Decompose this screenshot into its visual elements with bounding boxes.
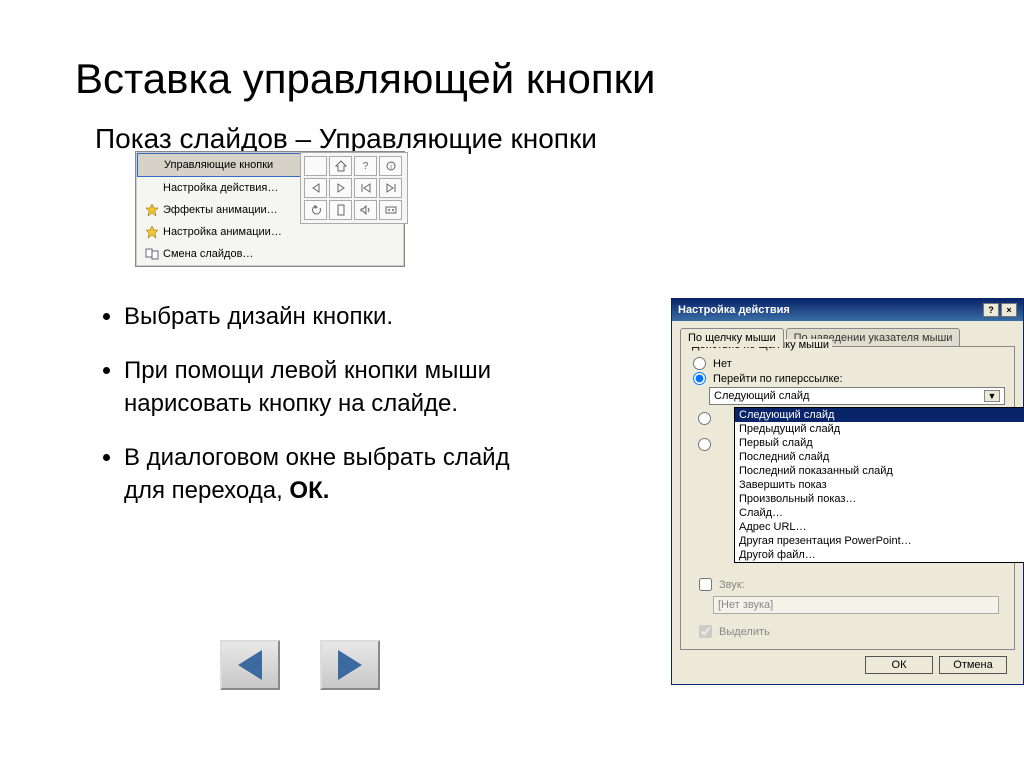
action-button-movie[interactable] (379, 200, 402, 220)
bullet-item: Выбрать дизайн кнопки. (124, 300, 540, 334)
slide-subtitle: Показ слайдов – Управляющие кнопки (0, 103, 1024, 155)
action-button-return[interactable] (304, 200, 327, 220)
action-button-forward[interactable] (329, 178, 352, 198)
close-button[interactable]: × (1001, 303, 1017, 317)
action-buttons-grid: ? i (300, 152, 408, 224)
dropdown-item[interactable]: Адрес URL… (735, 520, 1024, 534)
dropdown-item[interactable]: Следующий слайд (735, 408, 1024, 422)
action-button-document[interactable] (329, 200, 352, 220)
star-icon (141, 202, 163, 218)
menu-item-slide-transition[interactable]: Смена слайдов… (137, 243, 403, 265)
dialog-title: Настройка действия (678, 304, 790, 316)
action-button-back[interactable] (304, 178, 327, 198)
hyperlink-combo[interactable]: Следующий слайд ▼ (709, 387, 1005, 405)
action-settings-dialog: Настройка действия ? × По щелчку мыши По… (671, 298, 1024, 685)
action-button-sound[interactable] (354, 200, 377, 220)
radio-label: Перейти по гиперссылке: (713, 373, 843, 385)
action-button-info[interactable]: i (379, 156, 402, 176)
bullet-item: В диалоговом окне выбрать слайд для пере… (124, 441, 540, 508)
radio-none[interactable]: Нет (693, 357, 1006, 370)
dialog-tabs: По щелчку мыши По наведении указателя мы… (680, 327, 1015, 346)
radio-input[interactable] (698, 412, 711, 425)
dropdown-item[interactable]: Слайд… (735, 506, 1024, 520)
transition-icon (141, 246, 163, 262)
triangle-left-icon (238, 650, 262, 680)
dropdown-item[interactable]: Другая презентация PowerPoint… (735, 534, 1024, 548)
dropdown-item[interactable]: Другой файл… (735, 548, 1024, 562)
radio-input[interactable] (693, 372, 706, 385)
tab-on-click[interactable]: По щелчку мыши (680, 328, 784, 347)
combo-value: Следующий слайд (714, 390, 809, 402)
action-button-help[interactable]: ? (354, 156, 377, 176)
radio-hyperlink[interactable]: Перейти по гиперссылке: (693, 372, 1006, 385)
dropdown-item[interactable]: Последний показанный слайд (735, 464, 1024, 478)
cancel-button[interactable]: Отмена (939, 656, 1007, 674)
dropdown-item[interactable]: Произвольный показ… (735, 492, 1024, 506)
radio-input[interactable] (698, 438, 711, 451)
dropdown-item[interactable]: Завершить показ (735, 478, 1024, 492)
next-slide-button[interactable] (320, 640, 380, 690)
nav-buttons (220, 640, 380, 690)
menu-item-animation-setup[interactable]: Настройка анимации… (137, 221, 403, 243)
ok-button[interactable]: ОК (865, 656, 933, 674)
help-button[interactable]: ? (983, 303, 999, 317)
action-button-blank[interactable] (304, 156, 327, 176)
dropdown-item[interactable]: Последний слайд (735, 450, 1024, 464)
star-icon (141, 224, 163, 240)
sound-checkbox-row[interactable]: Звук: (695, 575, 1006, 594)
prev-slide-button[interactable] (220, 640, 280, 690)
dialog-buttons: ОК Отмена (680, 650, 1015, 676)
dialog-titlebar[interactable]: Настройка действия ? × (672, 299, 1023, 321)
sound-combo: [Нет звука] (713, 596, 999, 614)
dropdown-item[interactable]: Первый слайд (735, 436, 1024, 450)
slide-title: Вставка управляющей кнопки (0, 0, 1024, 103)
menu-item-label: Настройка анимации… (163, 226, 399, 238)
hyperlink-dropdown-list[interactable]: Следующий слайд Предыдущий слайд Первый … (734, 407, 1024, 563)
menu-icon (142, 157, 164, 173)
highlight-checkbox-row[interactable]: Выделить (695, 622, 1006, 641)
action-button-home[interactable] (329, 156, 352, 176)
checkbox-label: Звук: (719, 579, 745, 591)
radio-label: Нет (713, 358, 732, 370)
dropdown-arrow-icon[interactable]: ▼ (984, 390, 1000, 402)
triangle-right-icon (338, 650, 362, 680)
menu-icon (141, 180, 163, 196)
checkbox-input[interactable] (699, 625, 712, 638)
dropdown-item[interactable]: Предыдущий слайд (735, 422, 1024, 436)
bullet-item: При помощи левой кнопки мыши нарисовать … (124, 354, 540, 421)
menu-item-label: Смена слайдов… (163, 248, 399, 260)
action-button-begin[interactable] (354, 178, 377, 198)
checkbox-input[interactable] (699, 578, 712, 591)
action-group: Действие по щелчку мыши Нет Перейти по г… (680, 346, 1015, 650)
action-button-end[interactable] (379, 178, 402, 198)
checkbox-label: Выделить (719, 626, 770, 638)
radio-input[interactable] (693, 357, 706, 370)
